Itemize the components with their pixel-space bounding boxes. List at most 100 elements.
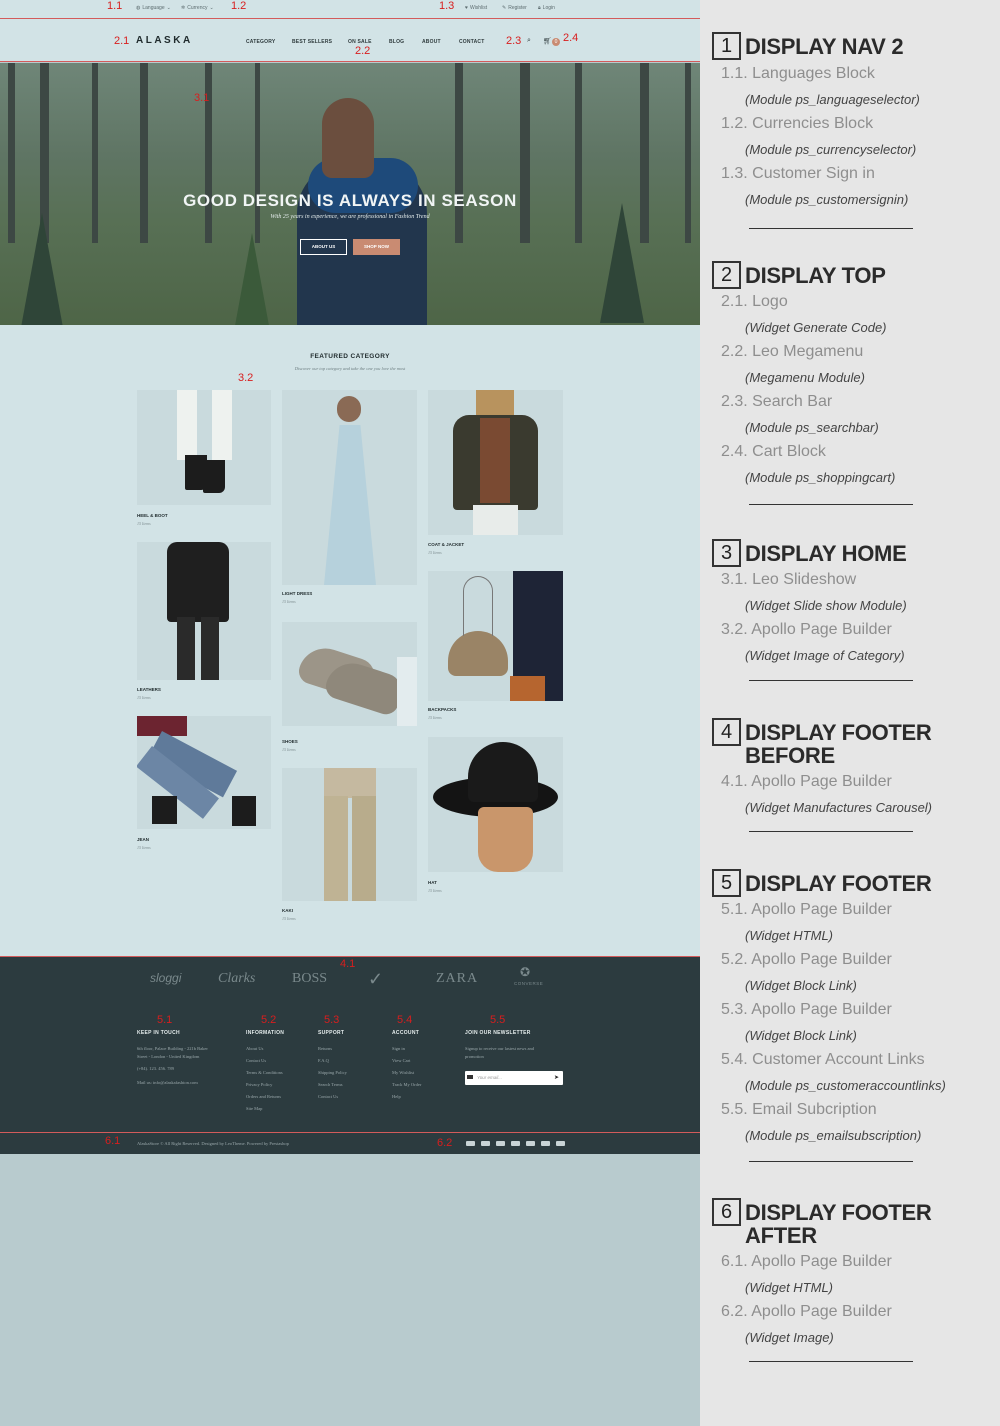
bag-strap [463,576,493,636]
footer-link[interactable]: Help [392,1091,401,1103]
legend-item-module: (Module ps_shoppingcart) [745,470,896,485]
menu-item-best-sellers[interactable]: BEST SELLERS [292,39,332,45]
payment-card-icon [541,1141,550,1146]
category-name[interactable]: LIGHT DRESS [282,591,312,596]
pant-leg [212,390,232,460]
footer-link[interactable]: Orders and Returns [246,1091,281,1103]
model-hair [322,98,374,178]
menu-item-blog[interactable]: BLOG [389,39,404,45]
category-image-hat[interactable] [428,737,563,872]
footer-link[interactable]: Track My Order [392,1079,421,1091]
brand-sloggi[interactable]: sloggi [150,971,181,985]
legend-item: 1.1. Languages Block [721,65,875,82]
footer-link[interactable]: Site Map [246,1103,262,1115]
newsletter-email-input[interactable]: Your email... ➤ [465,1071,563,1085]
footer-link[interactable]: Terms & Conditions [246,1067,283,1079]
marker-3-1: 3.1 [194,92,210,104]
legend-item-module: (Widget Generate Code) [745,320,887,335]
marker-2-3: 2.3 [506,35,522,47]
category-name[interactable]: HAT [428,880,437,885]
marker-5-2: 5.2 [261,1014,277,1026]
footer-link[interactable]: About Us [246,1043,263,1055]
brand-clarks[interactable]: Clarks [218,971,255,987]
currency-selector[interactable]: ✲ Currency ⌄ [181,5,214,11]
nike-logo-icon[interactable]: ✓ [368,969,383,990]
cart-icon[interactable]: 🛒︎ [543,37,552,45]
category-image-kaki[interactable] [282,768,417,901]
footer-link[interactable]: Contact Us [246,1055,266,1067]
footer-link[interactable]: F.A.Q [318,1055,329,1067]
menu-item-contact[interactable]: CONTACT [459,39,484,45]
category-name[interactable]: KAKI [282,908,293,913]
brand-converse[interactable]: CONVERSE [514,981,543,986]
legend-divider [749,680,913,681]
legend-item: 2.4. Cart Block [721,443,826,460]
brand-zara[interactable]: ZARA [436,971,478,987]
category-image-backpacks[interactable] [428,571,563,701]
legend-item-module: (Widget Image) [745,1330,834,1345]
footer-link[interactable]: My Wishlist [392,1067,414,1079]
khaki-leg [324,796,348,901]
marker-1-1: 1.1 [107,0,123,12]
marker-4-1: 4.1 [340,958,356,970]
bag [448,631,508,676]
category-image-leathers[interactable] [137,542,271,680]
legend-divider [749,504,913,505]
category-name[interactable]: BACKPACKS [428,707,456,712]
payment-card-icon [496,1141,505,1146]
chevron-down-icon: ⌄ [166,5,171,11]
footer-link[interactable]: Shipping Policy [318,1067,347,1079]
dress [324,425,376,585]
footer-link[interactable]: View Cart [392,1055,410,1067]
category-image-light-dress[interactable] [282,390,417,585]
category-image-jean[interactable] [137,716,271,829]
newsletter-text: promotion [465,1054,484,1059]
category-image-shoes[interactable] [282,622,417,726]
legend-item: 2.2. Leo Megamenu [721,343,864,360]
send-icon[interactable]: ➤ [554,1074,559,1081]
pine-tree [20,213,64,325]
hat-crown [468,742,538,802]
newsletter-placeholder: Your email... [477,1075,503,1080]
hero-slideshow[interactable]: GOOD DESIGN IS ALWAYS IN SEASON With 25 … [0,63,700,325]
payment-card-icon [466,1141,475,1146]
category-name[interactable]: SHOES [282,739,298,744]
wishlist-link[interactable]: ♥ Wishlist [465,5,487,11]
pant-leg [177,390,197,460]
brand-boss[interactable]: BOSS [292,971,327,987]
marker-2-1: 2.1 [114,35,130,47]
footer-link[interactable]: Sign in [392,1043,405,1055]
category-name[interactable]: HEEL & BOOT [137,513,168,518]
about-us-button[interactable]: ABOUT US [300,239,347,255]
marker-1-3: 1.3 [439,0,455,12]
register-link[interactable]: ✎ Register [502,5,527,11]
footer-link[interactable]: Returns [318,1043,332,1055]
legend-section-number: 2 [712,261,741,289]
login-link[interactable]: 🔒︎ Login [538,5,555,11]
display-home: FEATURED CATEGORY Discover our top categ… [0,325,700,957]
footer-link[interactable]: Contact Us [318,1091,338,1103]
marker-5-5: 5.5 [490,1014,506,1026]
legend-section-number: 4 [712,718,741,746]
search-icon[interactable]: ⌕ [527,37,531,45]
footer-email[interactable]: Mail us: info@alaskafashion.com [137,1077,198,1089]
khaki-leg [352,796,376,901]
globe-icon: ◍ [136,5,141,11]
site-logo[interactable]: ALASKA [136,35,193,46]
category-name[interactable]: JEAN [137,837,149,842]
category-image-heel-boot[interactable] [137,390,271,505]
footer-link[interactable]: Search Terms [318,1079,342,1091]
shop-now-button[interactable]: SHOP NOW [353,239,400,255]
category-name[interactable]: LEATHERS [137,687,161,692]
legend-item-module: (Widget HTML) [745,928,834,943]
language-selector[interactable]: ◍ Language ⌄ [136,5,171,11]
marker-5-4: 5.4 [397,1014,413,1026]
category-image-coat-jacket[interactable] [428,390,563,535]
category-name[interactable]: COAT & JACKET [428,542,464,547]
mail-icon [467,1075,473,1079]
menu-item-about[interactable]: ABOUT [422,39,441,45]
marker-5-1: 5.1 [157,1014,173,1026]
legend-section-title: DISPLAY FOOTER [745,871,932,896]
menu-item-category[interactable]: CATEGORY [246,39,275,45]
footer-link[interactable]: Privacy Policy [246,1079,272,1091]
